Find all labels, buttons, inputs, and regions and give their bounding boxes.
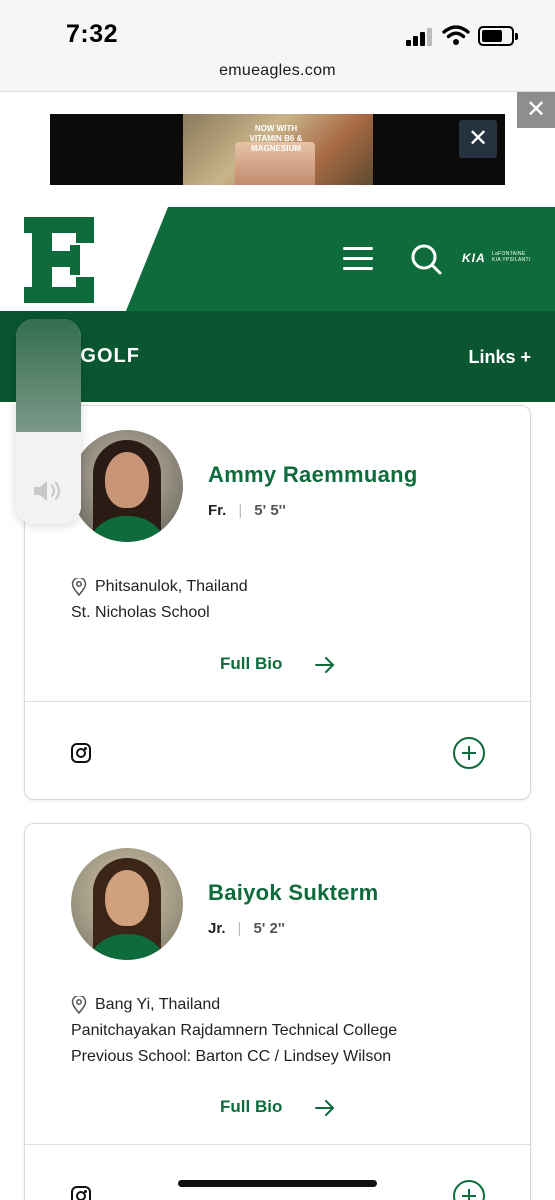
player-hometown: Bang Yi, Thailand	[95, 996, 221, 1013]
player-height: 5' 5''	[254, 502, 286, 519]
full-bio-link[interactable]: Full Bio	[220, 654, 282, 674]
volume-hud[interactable]	[16, 319, 81, 524]
card-divider	[25, 1144, 530, 1145]
status-time: 7:32	[66, 20, 119, 48]
links-toggle[interactable]: Links +	[468, 347, 531, 368]
player-name[interactable]: Baiyok Sukterm	[208, 880, 379, 906]
arrow-right-icon[interactable]	[315, 1100, 335, 1116]
status-bar: 7:32	[0, 0, 555, 58]
ad-image-text: NOW WITH VITAMIN B6 & MAGNESIUM	[249, 124, 303, 153]
expand-plus-icon[interactable]	[453, 737, 485, 769]
url-bar[interactable]: emueagles.com	[0, 58, 555, 92]
home-indicator[interactable]	[178, 1180, 377, 1187]
player-headshot[interactable]	[71, 848, 183, 960]
player-year: Jr.	[208, 920, 226, 937]
player-school: St. Nicholas School	[71, 604, 210, 621]
site-header: KIA LaFONTAINE KIA YPSILANTI	[0, 207, 555, 311]
player-card: Ammy Raemmuang Fr. | 5' 5'' Phitsanulok, T…	[24, 405, 531, 800]
hamburger-menu-icon[interactable]	[343, 247, 373, 271]
sport-subheader: EN'S GOLF Links +	[0, 311, 555, 402]
player-meta: Fr. | 5' 5''	[208, 502, 286, 519]
sponsor-dealer: LaFONTAINE KIA YPSILANTI	[492, 251, 531, 263]
instagram-icon[interactable]	[71, 743, 91, 763]
card-divider	[25, 701, 530, 702]
ad-close-outer-button[interactable]: ✕	[517, 92, 555, 128]
sponsor-logo[interactable]: KIA LaFONTAINE KIA YPSILANTI	[462, 251, 532, 267]
logo-block[interactable]	[0, 207, 168, 311]
search-icon[interactable]	[410, 243, 442, 275]
ad-close-inner-button[interactable]: ✕	[459, 120, 497, 158]
player-name[interactable]: Ammy Raemmuang	[208, 462, 418, 488]
player-headshot[interactable]	[71, 430, 183, 542]
battery-icon	[478, 26, 518, 46]
cellular-signal-icon	[406, 28, 434, 46]
arrow-right-icon[interactable]	[315, 657, 335, 673]
player-hometown: Phitsanulok, Thailand	[95, 578, 248, 595]
ad-banner[interactable]: NOW WITH VITAMIN B6 & MAGNESIUM ✕	[50, 114, 505, 185]
instagram-icon[interactable]	[71, 1186, 91, 1200]
emu-e-logo-icon	[24, 217, 94, 303]
expand-plus-icon[interactable]	[453, 1180, 485, 1200]
ad-image: NOW WITH VITAMIN B6 & MAGNESIUM	[183, 114, 373, 185]
player-year: Fr.	[208, 502, 227, 519]
url-text: emueagles.com	[219, 62, 336, 79]
location-pin-icon	[71, 578, 87, 596]
volume-track	[16, 319, 81, 432]
player-previous-school: Previous School: Barton CC / Lindsey Wil…	[71, 1048, 392, 1065]
player-height: 5' 2''	[253, 920, 285, 937]
wifi-icon	[442, 25, 470, 45]
player-meta: Jr. | 5' 2''	[208, 920, 285, 937]
speaker-icon	[34, 481, 61, 501]
player-card: Baiyok Sukterm Jr. | 5' 2'' Bang Yi, Thail…	[24, 823, 531, 1200]
sponsor-brand: KIA	[462, 251, 486, 265]
player-school: Panitchayakan Rajdamnern Technical Colle…	[71, 1022, 398, 1039]
location-pin-icon	[71, 996, 87, 1014]
full-bio-link[interactable]: Full Bio	[220, 1097, 282, 1117]
